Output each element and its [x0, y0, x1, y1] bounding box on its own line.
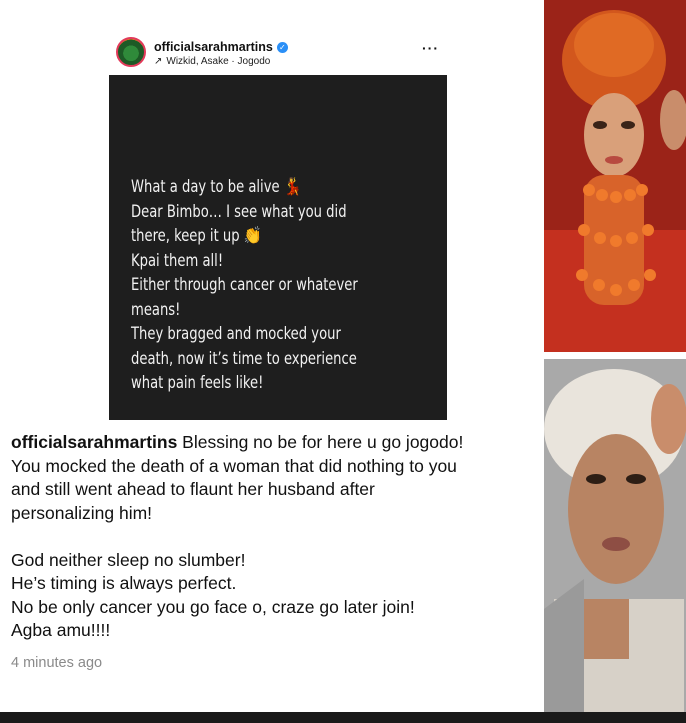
caption-line: and still went ahead to flaunt her husba… [11, 479, 375, 499]
image-text-line: means! [131, 299, 181, 320]
audio-label: Wizkid, Asake · Jogodo [166, 56, 271, 67]
image-text-line: Kpai them all! [131, 250, 224, 271]
caption-line: He’s timing is always perfect. [11, 573, 237, 593]
post-caption: officialsarahmartins Blessing no be for … [11, 431, 541, 643]
image-text-line: Dear Bimbo… I see what you did [131, 201, 347, 222]
caption-text: Blessing no be for here u go jogodo! [177, 432, 464, 452]
post-header: officialsarahmartins ✓ ↗ Wizkid, Asake ·… [112, 34, 452, 74]
caption-line: God neither sleep no slumber! [11, 549, 246, 570]
audio-attribution[interactable]: ↗ Wizkid, Asake · Jogodo [154, 56, 270, 67]
caption-username[interactable]: officialsarahmartins [11, 432, 177, 452]
image-text-line: there, keep it up 👏 [131, 226, 262, 246]
portrait-photo-top [544, 0, 686, 352]
more-options-icon[interactable]: ··· [422, 40, 439, 56]
image-text-line: death, now it’s time to experience [131, 348, 357, 369]
username-row: officialsarahmartins ✓ [154, 40, 288, 54]
image-text-line: Either through cancer or whatever [131, 275, 358, 295]
post-timestamp: 4 minutes ago [11, 655, 103, 671]
portrait-photo-bottom [544, 359, 686, 712]
image-text-line: what pain feels like! [131, 373, 264, 393]
caption-line: personalizing him! [11, 502, 153, 523]
post-username[interactable]: officialsarahmartins [154, 40, 273, 54]
verified-badge-icon: ✓ [276, 41, 288, 53]
image-text-line: What a day to be alive 💃 [131, 177, 302, 197]
caption-line: No be only cancer you go face o, craze g… [11, 596, 415, 617]
arrow-up-right-icon: ↗ [154, 56, 163, 67]
post-image: What a day to be alive 💃 Dear Bimbo… I s… [109, 75, 447, 420]
profile-avatar[interactable] [116, 37, 146, 67]
portrait-illustration-bottom [544, 359, 686, 712]
caption-first-line: officialsarahmartins Blessing no be for … [11, 431, 541, 455]
caption-line: You mocked the death of a woman that did… [11, 455, 457, 476]
caption-line: Agba amu!!!! [11, 620, 111, 640]
bottom-bar [0, 712, 686, 723]
post-image-text: What a day to be alive 💃 Dear Bimbo… I s… [131, 175, 432, 396]
portrait-illustration-top [544, 0, 686, 352]
instagram-post: officialsarahmartins ✓ ↗ Wizkid, Asake ·… [0, 0, 540, 712]
image-text-line: They bragged and mocked your [131, 324, 341, 344]
